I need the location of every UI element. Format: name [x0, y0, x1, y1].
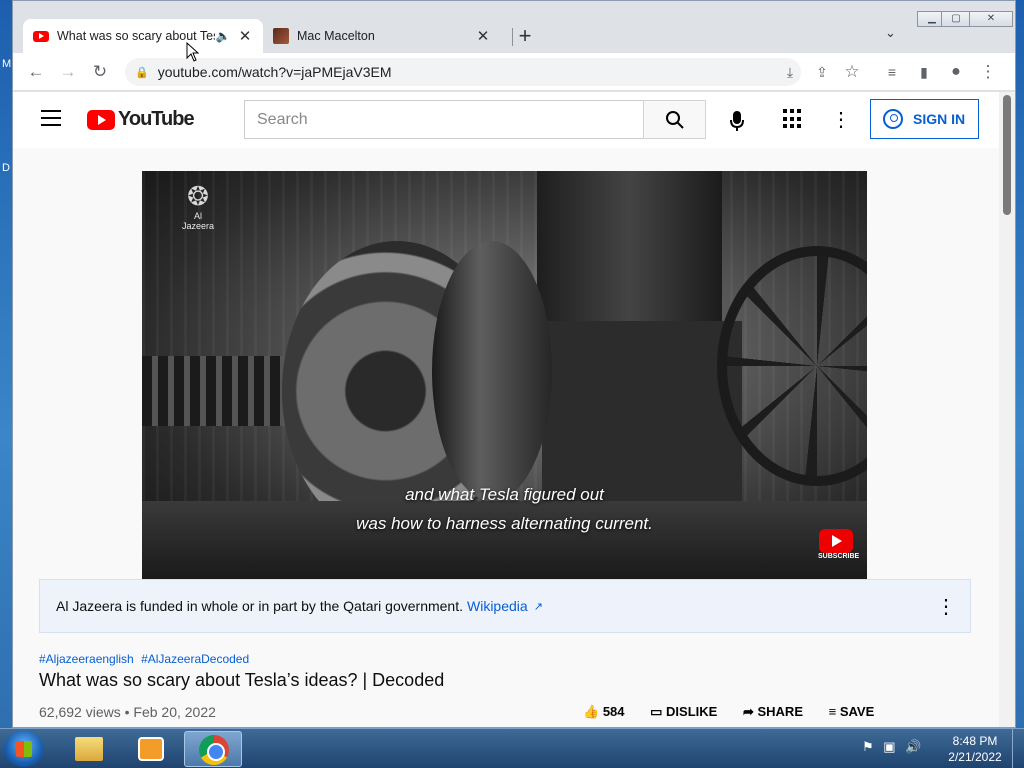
media-controls-icon[interactable]: ≡ [879, 59, 905, 85]
browser-window: What was so scary about Tes 🔈 ✕ Mac Mace… [12, 0, 1016, 728]
clock-time: 8:48 PM [952, 734, 998, 748]
video-player[interactable]: ❂ Al Jazeera and what Tesla figured out … [142, 171, 867, 579]
action-center-icon[interactable]: ⚑ [862, 739, 874, 754]
search-button[interactable] [643, 100, 706, 139]
close-tab-icon[interactable]: ✕ [475, 27, 491, 45]
bookmark-star-icon[interactable]: ☆ [839, 59, 865, 85]
close-tab-icon[interactable]: ✕ [237, 27, 253, 45]
page-scrollbar[interactable] [999, 92, 1015, 727]
sign-in-label: SIGN IN [913, 111, 966, 127]
subscribe-play-icon [819, 529, 853, 553]
lock-icon: 🔒 [135, 66, 149, 79]
sign-in-button[interactable]: SIGN IN [870, 99, 979, 139]
dislike-button[interactable]: ▭ DISLIKE [650, 704, 717, 719]
microphone-icon[interactable] [721, 104, 753, 136]
address-bar[interactable]: 🔒 youtube.com/watch?v=jaPMEjaV3EM [125, 58, 801, 86]
clock[interactable]: 8:48 PM 2/21/2022 [940, 733, 1010, 765]
chrome-icon [199, 735, 229, 765]
close-window-button[interactable]: ✕ [969, 11, 1013, 27]
youtube-favicon-icon [33, 30, 49, 42]
side-panel-icon[interactable]: ▮ [911, 59, 937, 85]
wikipedia-link[interactable]: Wikipedia [467, 598, 528, 614]
tab-mac-macelton[interactable]: Mac Macelton ✕ [263, 19, 501, 53]
funding-text: Al Jazeera is funded in whole or in part… [56, 598, 463, 614]
search-icon [665, 111, 684, 129]
video-frame-block [542, 321, 742, 501]
caption-line-2: was how to harness alternating current. [356, 514, 653, 533]
start-button[interactable] [4, 731, 44, 767]
taskbar: ⚑ ▣ 🔊 8:48 PM 2/21/2022 [0, 728, 1024, 768]
tab-strip: What was so scary about Tes 🔈 ✕ Mac Mace… [13, 1, 1015, 53]
user-circle-icon [883, 109, 903, 129]
browser-toolbar: ← → ↻ 🔒 youtube.com/watch?v=jaPMEjaV3EM … [13, 53, 1015, 91]
network-icon[interactable]: ▣ [883, 739, 895, 754]
external-link-icon: ↗ [533, 600, 543, 613]
maximize-button[interactable]: ▢ [941, 11, 971, 27]
speaker-icon[interactable]: 🔈 [215, 29, 231, 43]
youtube-logo[interactable]: YouTube [87, 108, 195, 131]
folder-icon [75, 737, 103, 761]
hashtag-link[interactable]: #Aljazeeraenglish [39, 652, 134, 666]
desktop-icon-fragment: D [2, 162, 10, 174]
taskbar-media-player[interactable] [122, 731, 180, 767]
settings-more-icon[interactable]: ⋮ [831, 106, 851, 134]
share-icon[interactable]: ⇪ [809, 59, 835, 85]
show-desktop-button[interactable] [1012, 729, 1024, 768]
panel-more-icon[interactable]: ⋮ [936, 594, 956, 619]
forward-arrow-icon[interactable]: → [55, 59, 81, 85]
scrollbar-thumb[interactable] [1003, 95, 1011, 215]
youtube-wordmark: YouTube [118, 108, 195, 130]
tab-title: Mac Macelton [297, 29, 375, 43]
share-button[interactable]: ➦ SHARE [743, 704, 803, 719]
volume-icon[interactable]: 🔊 [905, 739, 921, 754]
system-tray: ⚑ ▣ 🔊 [862, 739, 921, 755]
media-player-icon [138, 737, 164, 761]
browser-menu-icon[interactable]: ⋮ [975, 59, 1001, 85]
tab-title: What was so scary about Tes [57, 29, 215, 43]
video-frame-drum [432, 241, 552, 501]
back-arrow-icon[interactable]: ← [23, 59, 49, 85]
hashtag-link[interactable]: #AlJazeeraDecoded [141, 652, 249, 666]
url-text: youtube.com/watch?v=jaPMEjaV3EM [157, 64, 392, 80]
search-input[interactable]: Search [244, 100, 643, 139]
new-tab-button[interactable]: + [513, 23, 537, 49]
youtube-page: YouTube Search ⋮ SIGN IN ❂ Al Jazeera an… [13, 92, 999, 727]
taskbar-explorer[interactable] [60, 731, 118, 767]
mouse-cursor-icon [186, 42, 200, 62]
youtube-play-icon [87, 109, 115, 130]
desktop-icon-fragment: M [2, 58, 12, 70]
save-button[interactable]: ≡ SAVE [829, 704, 875, 719]
clock-date: 2/21/2022 [948, 750, 1002, 764]
hamburger-menu-icon[interactable] [41, 110, 61, 126]
hashtags: #Aljazeeraenglish #AlJazeeraDecoded [39, 652, 253, 666]
apps-grid-icon[interactable] [783, 109, 803, 129]
video-title: What was so scary about Tesla’s ideas? |… [39, 670, 445, 690]
like-button[interactable]: 👍 584 [583, 704, 625, 719]
tab-search-chevron-icon[interactable]: ⌄ [885, 25, 896, 41]
video-actions: 👍 584 ▭ DISLIKE ➦ SHARE ≡ SAVE [583, 704, 896, 720]
tab-youtube[interactable]: What was so scary about Tes 🔈 ✕ [23, 19, 263, 53]
windows-logo-icon [16, 741, 32, 757]
profile-icon[interactable]: ● [943, 59, 969, 85]
reload-icon[interactable]: ↻ [87, 59, 113, 85]
taskbar-chrome[interactable] [184, 731, 242, 767]
caption-line-1: and what Tesla figured out [405, 485, 604, 504]
install-icon[interactable]: ⤓ [777, 59, 803, 85]
video-frame-tank [537, 171, 722, 321]
funding-info-panel: Al Jazeera is funded in whole or in part… [39, 579, 971, 633]
al-jazeera-watermark: ❂ Al Jazeera [181, 181, 215, 231]
video-frame-base [142, 501, 867, 579]
youtube-masthead: YouTube Search ⋮ SIGN IN [13, 92, 999, 148]
avatar-favicon-icon [273, 28, 289, 44]
subscribe-watermark-button[interactable]: SUBSCRIBE [818, 529, 859, 563]
